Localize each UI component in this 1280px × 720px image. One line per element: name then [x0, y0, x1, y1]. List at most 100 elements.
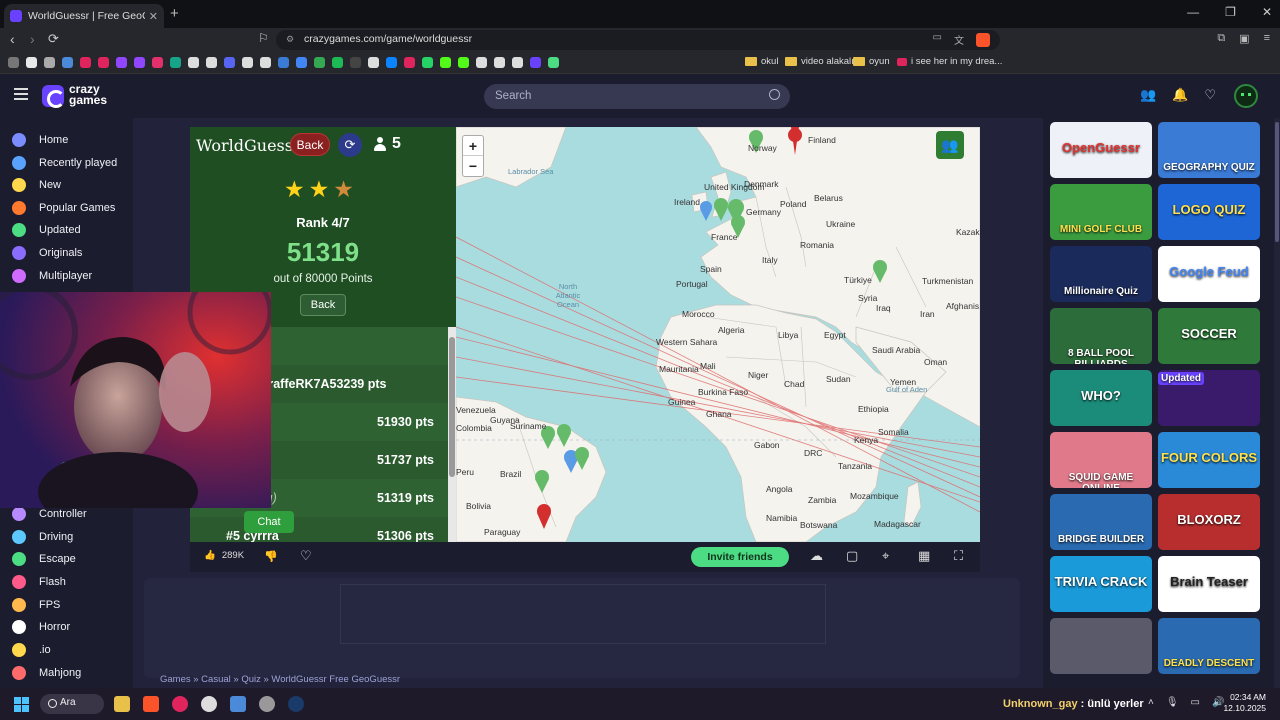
game-thumbnail[interactable]: OpenGuessr — [1050, 122, 1152, 178]
search-input[interactable]: Search — [484, 84, 790, 109]
crazygames-logo-icon[interactable] — [42, 85, 65, 108]
game-thumbnail[interactable]: BLOXORZ — [1158, 494, 1260, 550]
bookmark-favicon-icon[interactable] — [116, 57, 127, 68]
bookmark-favicon-icon[interactable] — [458, 57, 469, 68]
bookmark-favicon-icon[interactable] — [476, 57, 487, 68]
bookmark-favicon-icon[interactable] — [170, 57, 181, 68]
user-avatar[interactable] — [1234, 84, 1258, 108]
hamburger-menu-icon[interactable] — [14, 88, 28, 100]
cast-icon[interactable]: ▭ — [933, 32, 942, 47]
bookmark-favicon-icon[interactable] — [152, 57, 163, 68]
bookmark-favicon-icon[interactable] — [206, 57, 217, 68]
bookmark-favicon-icon[interactable] — [62, 57, 73, 68]
scrollbar-thumb[interactable] — [1275, 122, 1279, 242]
bookmark-favicon-icon[interactable] — [314, 57, 325, 68]
world-map[interactable]: + − 👥 Finland Norway Denmark United Kingdom… — [456, 127, 980, 542]
site-logo-text[interactable]: crazy games — [69, 83, 119, 106]
game-thumbnail[interactable]: SOCCER — [1158, 308, 1260, 364]
menu-icon[interactable]: ≡ — [1264, 32, 1270, 45]
zoom-out-button[interactable]: − — [463, 156, 483, 176]
back-arrow-icon[interactable]: ‹ — [10, 31, 15, 47]
network-icon[interactable]: ▭ — [1191, 697, 1200, 708]
bookmark-folder[interactable]: okul — [745, 56, 778, 67]
bookmark-favicon-icon[interactable] — [512, 57, 523, 68]
photos-icon[interactable] — [230, 696, 246, 712]
breadcrumb[interactable]: Games » Casual » Quiz » WorldGuessr Free… — [160, 674, 400, 685]
browser-tab[interactable]: WorldGuessr | Free GeoGuessr ✕ — [4, 4, 164, 28]
bookmark-favicon-icon[interactable] — [368, 57, 379, 68]
game-thumbnail[interactable]: Updated — [1158, 370, 1260, 426]
chat-button[interactable]: Chat — [244, 511, 294, 533]
game-thumbnail[interactable]: GEOGRAPHY QUIZ — [1158, 122, 1260, 178]
bookmark-favicon-icon[interactable] — [404, 57, 415, 68]
app-icon[interactable] — [259, 696, 275, 712]
game-thumbnail[interactable]: Brain Teaser — [1158, 556, 1260, 612]
bookmark-favicon-icon[interactable] — [134, 57, 145, 68]
heart-icon[interactable]: ♡ — [1204, 87, 1216, 103]
sidebar-item-popular-games[interactable]: Popular Games — [12, 200, 115, 216]
fullscreen-icon[interactable]: ⛶ — [954, 548, 963, 564]
game-thumbnail[interactable]: Millionaire Quiz — [1050, 246, 1152, 302]
sidebar-item-io[interactable]: .io — [12, 642, 51, 658]
bookmark-favicon-icon[interactable] — [422, 57, 433, 68]
game-thumbnail[interactable]: TRIVIA CRACK — [1050, 556, 1152, 612]
sidebar-item-new[interactable]: New — [12, 177, 61, 193]
bookmark-favicon-icon[interactable] — [8, 57, 19, 68]
friends-icon[interactable]: 👥 — [1140, 87, 1156, 103]
minimize-button[interactable]: — — [1187, 5, 1199, 19]
sidebar-item-mahjong[interactable]: Mahjong — [12, 665, 81, 681]
bookmark-favicon-icon[interactable] — [296, 57, 307, 68]
bookmark-favicon-icon[interactable] — [548, 57, 559, 68]
steam-icon[interactable] — [288, 696, 304, 712]
grid-icon[interactable]: ▦ — [918, 548, 930, 564]
mic-icon[interactable]: 🎙 — [1166, 697, 1179, 708]
sidebar-item-originals[interactable]: Originals — [12, 245, 82, 261]
sidebar-item-fps[interactable]: FPS — [12, 597, 60, 613]
bookmark-favicon-icon[interactable] — [98, 57, 109, 68]
windows-start-icon[interactable] — [14, 697, 29, 712]
bookmark-favicon-icon[interactable] — [242, 57, 253, 68]
dislike-button[interactable]: 👎 — [264, 550, 278, 563]
game-thumbnail[interactable]: DEADLY DESCENT — [1158, 618, 1260, 674]
back-button-secondary[interactable]: Back — [300, 294, 346, 316]
bookmark-folder[interactable]: oyun — [853, 56, 890, 67]
new-tab-button[interactable]: + — [170, 5, 179, 22]
forward-arrow-icon[interactable]: › — [30, 31, 35, 47]
bell-icon[interactable]: 🔔 — [1172, 87, 1188, 103]
file-explorer-icon[interactable] — [114, 696, 130, 712]
bookmark-favicon-icon[interactable] — [80, 57, 91, 68]
game-thumbnail[interactable]: BRIDGE BUILDER — [1050, 494, 1152, 550]
bookmark-favicon-icon[interactable] — [44, 57, 55, 68]
bookmark-icon[interactable]: ⚐ — [258, 31, 269, 45]
bookmark-favicon-icon[interactable] — [440, 57, 451, 68]
game-thumbnail[interactable]: 8 BALL POOL BILLIARDS — [1050, 308, 1152, 364]
sidebar-item-updated[interactable]: Updated — [12, 222, 81, 238]
search-icon[interactable] — [769, 89, 780, 100]
taskbar-search[interactable]: Ara — [40, 694, 104, 714]
bookmark-favicon-icon[interactable] — [332, 57, 343, 68]
bookmark-folder[interactable]: video alakalı — [785, 56, 854, 67]
game-thumbnail[interactable]: Google Feud — [1158, 246, 1260, 302]
translate-icon[interactable]: 文 — [954, 32, 964, 47]
scrollbar-thumb[interactable] — [449, 337, 455, 477]
bookmark-favicon-icon[interactable] — [260, 57, 271, 68]
game-thumbnail[interactable]: WHO? — [1050, 370, 1152, 426]
maximize-button[interactable]: ❐ — [1225, 5, 1236, 19]
site-info-icon[interactable]: ⚙ — [286, 34, 294, 45]
bookmark-link[interactable]: i see her in my drea... — [897, 56, 1002, 67]
map-players-icon[interactable]: 👥 — [936, 131, 964, 159]
brave-shield-icon[interactable] — [976, 33, 990, 47]
sidebar-item-driving[interactable]: Driving — [12, 529, 73, 545]
bookmark-favicon-icon[interactable] — [278, 57, 289, 68]
wallet-icon[interactable]: ▣ — [1239, 32, 1249, 45]
game-thumbnail[interactable] — [1050, 618, 1152, 674]
bookmark-favicon-icon[interactable] — [530, 57, 541, 68]
sidebar-item-horror[interactable]: Horror — [12, 619, 70, 635]
brave-browser-icon[interactable] — [143, 696, 159, 712]
bookmark-favicon-icon[interactable] — [188, 57, 199, 68]
url-field[interactable]: ⚙ crazygames.com/game/worldguessr ▭ 文 — [276, 30, 1000, 50]
game-thumbnail[interactable]: MINI GOLF CLUB — [1050, 184, 1152, 240]
sidebar-item-controller[interactable]: Controller — [12, 506, 87, 522]
sidebar-item-flash[interactable]: Flash — [12, 574, 66, 590]
page-scrollbar[interactable] — [1274, 118, 1280, 688]
